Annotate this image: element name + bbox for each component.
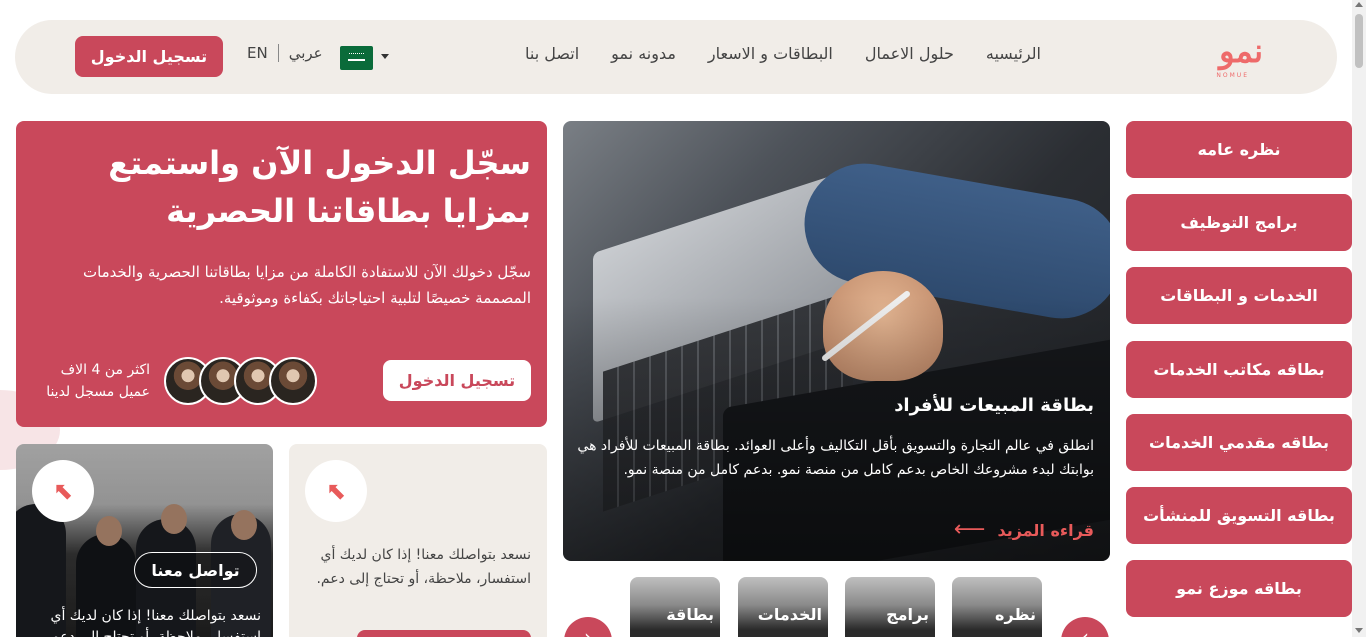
- header-login-button[interactable]: تسجيل الدخول: [75, 36, 223, 77]
- feature-shade: [563, 121, 1110, 561]
- lang-en[interactable]: EN: [247, 44, 268, 62]
- sidebar-item-employment[interactable]: برامج التوظيف: [1126, 194, 1352, 251]
- arrow-up-left-icon[interactable]: ⬉: [32, 460, 94, 522]
- thumb-item[interactable]: بطاقة: [630, 577, 720, 637]
- login-hero: سجّل الدخول الآن واستمتع بمزايا بطاقاتنا…: [16, 121, 547, 427]
- info-card-text: نسعد بتواصلك معنا! إذا كان لديك أي استفس…: [316, 547, 531, 587]
- thumb-label: الخدمات: [757, 605, 822, 624]
- hero-login-button[interactable]: تسجيل الدخول: [383, 360, 531, 401]
- info-card-button[interactable]: [357, 630, 531, 637]
- feature-card: بطاقة المبيعات للأفراد انطلق في عالم الت…: [563, 121, 1110, 561]
- thumb-item[interactable]: برامج: [845, 577, 935, 637]
- avatar: [269, 357, 317, 405]
- thumb-item[interactable]: نظره: [952, 577, 1042, 637]
- info-card: ⬉ نسعد بتواصلك معنا! إذا كان لديك أي است…: [289, 444, 547, 637]
- thumb-label: بطاقة: [666, 605, 714, 624]
- sidebar-item-overview[interactable]: نظره عامه: [1126, 121, 1352, 178]
- avatar-group: [164, 357, 318, 405]
- customer-count: اكثر من 4 الاف عميل مسجل لدينا: [46, 362, 150, 401]
- scroll-down-icon[interactable]: [1355, 628, 1363, 633]
- lang-ar[interactable]: عربي: [289, 44, 323, 62]
- thumb-item[interactable]: الخدمات: [738, 577, 828, 637]
- nav-blog[interactable]: مدونه نمو: [611, 44, 676, 63]
- sidebar-item-business-marketing[interactable]: بطاقه التسويق للمنشأت: [1126, 487, 1352, 544]
- arrow-left-icon: ⟵: [953, 517, 986, 542]
- sidebar-item-services-cards[interactable]: الخدمات و البطاقات: [1126, 267, 1352, 324]
- scroll-up-icon[interactable]: [1355, 2, 1363, 7]
- language-switcher: EN عربي: [247, 44, 323, 62]
- nav-cards-pricing[interactable]: البطاقات و الاسعار: [708, 44, 833, 63]
- sidebar-item-distributor[interactable]: بطاقه موزع نمو: [1126, 560, 1352, 617]
- hero-text: سجّل دخولك الآن للاستفادة الكاملة من مزا…: [82, 263, 531, 308]
- thumb-label: نظره: [995, 605, 1036, 624]
- contact-card: ⬉ تواصل معنا نسعد بتواصلك معنا! إذا كان …: [16, 444, 273, 637]
- logo-text: نمو: [1219, 32, 1264, 70]
- nav-home[interactable]: الرئيسيه: [986, 44, 1041, 63]
- nav-business-solutions[interactable]: حلول الاعمال: [865, 44, 954, 63]
- sidebar-item-service-offices[interactable]: بطاقه مكاتب الخدمات: [1126, 341, 1352, 398]
- sidebar-item-service-providers[interactable]: بطاقه مقدمي الخدمات: [1126, 414, 1352, 471]
- scroll-thumb[interactable]: [1355, 14, 1363, 68]
- contact-card-text: نسعد بتواصلك معنا! إذا كان لديك أي استفس…: [46, 608, 261, 637]
- navbar: نمو NOMUE الرئيسيه حلول الاعمال البطاقات…: [15, 20, 1337, 94]
- nav-contact[interactable]: اتصل بنا: [525, 44, 579, 63]
- hero-title: سجّل الدخول الآن واستمتع بمزايا بطاقاتنا…: [108, 144, 531, 230]
- thumbnail-carousel: نظره برامج الخدمات بطاقة: [563, 577, 1110, 637]
- chevron-down-icon[interactable]: [381, 54, 389, 59]
- thumb-label: برامج: [886, 605, 929, 624]
- arrow-up-left-icon[interactable]: ⬉: [305, 460, 367, 522]
- scrollbar[interactable]: [1352, 0, 1366, 637]
- feature-text: انطلق في عالم التجارة والتسويق بأقل التك…: [577, 438, 1094, 478]
- logo-subtitle: NOMUE: [1216, 72, 1249, 79]
- main-nav: الرئيسيه حلول الاعمال البطاقات و الاسعار…: [525, 44, 1041, 63]
- lang-divider: [277, 44, 279, 62]
- contact-us-button[interactable]: تواصل معنا: [134, 552, 257, 588]
- read-more-link[interactable]: قراءه المزيد ⟵: [954, 519, 1094, 541]
- feature-title: بطاقة المبيعات للأفراد: [894, 395, 1094, 416]
- saudi-flag-icon[interactable]: [340, 46, 373, 70]
- logo[interactable]: نمو NOMUE: [1183, 32, 1264, 80]
- read-more-label: قراءه المزيد: [997, 520, 1094, 540]
